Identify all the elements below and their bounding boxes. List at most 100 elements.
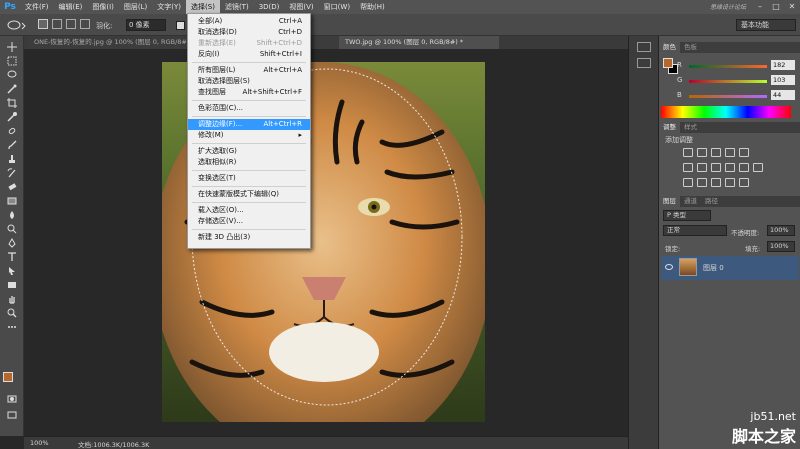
menu-item-new-3d-extrusion[interactable]: 新建 3D 凸出(3): [188, 232, 310, 243]
menu-window[interactable]: 窗口(W): [319, 0, 355, 14]
red-value[interactable]: 182: [771, 60, 795, 70]
exposure-icon[interactable]: [725, 148, 735, 157]
add-selection-icon[interactable]: [52, 19, 62, 29]
menu-help[interactable]: 帮助(H): [355, 0, 390, 14]
eraser-icon[interactable]: [0, 180, 24, 194]
menu-item-load-selection[interactable]: 载入选区(O)...: [188, 205, 310, 216]
tab-document-two[interactable]: TWO.jpg @ 100% (图层 0, RGB/8#) *: [339, 36, 499, 49]
intersect-selection-icon[interactable]: [80, 19, 90, 29]
invert-icon[interactable]: [683, 178, 693, 187]
menu-image[interactable]: 图像(I): [87, 0, 119, 14]
eyedropper-icon[interactable]: [0, 110, 24, 124]
menu-item-quick-mask[interactable]: 在快速蒙版模式下编辑(Q): [188, 189, 310, 200]
menu-item-deselect[interactable]: 取消选择(D) Ctrl+D: [188, 27, 310, 38]
menu-item-deselect-layers[interactable]: 取消选择图层(S): [188, 76, 310, 87]
menu-edit[interactable]: 编辑(E): [54, 0, 88, 14]
menu-item-grow[interactable]: 扩大选取(G): [188, 146, 310, 157]
menu-item-find-layers[interactable]: 查找图层 Alt+Shift+Ctrl+F: [188, 87, 310, 98]
threshold-icon[interactable]: [711, 178, 721, 187]
lasso-tool-icon[interactable]: [6, 19, 26, 31]
blue-slider[interactable]: B 44: [677, 90, 795, 101]
levels-icon[interactable]: [697, 148, 707, 157]
menu-item-refine-edge[interactable]: 调整边缘(F)... Alt+Ctrl+R: [188, 119, 310, 130]
gradient-tool-icon[interactable]: [0, 194, 24, 208]
color-balance-icon[interactable]: [697, 163, 707, 172]
menu-item-transform-selection[interactable]: 变换选区(T): [188, 173, 310, 184]
selective-color-icon[interactable]: [739, 178, 749, 187]
gradient-map-icon[interactable]: [725, 178, 735, 187]
tab-paths[interactable]: 路径: [701, 196, 722, 207]
menu-layer[interactable]: 图层(L): [119, 0, 152, 14]
green-slider[interactable]: G 103: [677, 75, 795, 86]
brush-tool-icon[interactable]: [0, 138, 24, 152]
brightness-icon[interactable]: [683, 148, 693, 157]
move-tool-icon[interactable]: [0, 40, 24, 54]
menu-3d[interactable]: 3D(D): [254, 0, 285, 14]
crop-tool-icon[interactable]: [0, 96, 24, 110]
menu-type[interactable]: 文字(Y): [152, 0, 186, 14]
antialias-checkbox[interactable]: [176, 21, 185, 30]
photo-filter-icon[interactable]: [725, 163, 735, 172]
hand-tool-icon[interactable]: [0, 292, 24, 306]
subtract-selection-icon[interactable]: [66, 19, 76, 29]
menu-item-save-selection[interactable]: 存储选区(V)...: [188, 216, 310, 227]
hue-saturation-icon[interactable]: [683, 163, 693, 172]
tab-channels[interactable]: 通道: [680, 196, 701, 207]
zoom-level[interactable]: 100%: [30, 439, 49, 447]
layer-name[interactable]: 图层 0: [703, 263, 724, 273]
feather-input[interactable]: 0 像素: [126, 19, 166, 31]
healing-brush-icon[interactable]: [0, 124, 24, 138]
menu-item-similar[interactable]: 选取相似(R): [188, 157, 310, 168]
curves-icon[interactable]: [711, 148, 721, 157]
rectangle-tool-icon[interactable]: [0, 278, 24, 292]
close-icon[interactable]: ✕: [784, 0, 800, 14]
color-spectrum[interactable]: [661, 106, 791, 118]
new-selection-icon[interactable]: [38, 19, 48, 29]
tab-styles[interactable]: 样式: [680, 122, 701, 133]
foreground-color-swatch[interactable]: [3, 372, 13, 382]
menu-filter[interactable]: 滤镜(T): [220, 0, 254, 14]
quick-mask-icon[interactable]: [0, 392, 24, 406]
blur-tool-icon[interactable]: [0, 208, 24, 222]
red-slider[interactable]: R 182: [677, 60, 795, 71]
type-tool-icon[interactable]: [0, 250, 24, 264]
posterize-icon[interactable]: [697, 178, 707, 187]
fill-input[interactable]: 100%: [767, 241, 795, 252]
zoom-tool-icon[interactable]: [0, 306, 24, 320]
menu-item-all-layers[interactable]: 所有图层(L) Alt+Ctrl+A: [188, 65, 310, 76]
screen-mode-icon[interactable]: [0, 408, 24, 422]
menu-view[interactable]: 视图(V): [284, 0, 318, 14]
path-selection-icon[interactable]: [0, 264, 24, 278]
channel-mixer-icon[interactable]: [739, 163, 749, 172]
history-brush-icon[interactable]: [0, 166, 24, 180]
black-white-icon[interactable]: [711, 163, 721, 172]
menu-file[interactable]: 文件(F): [20, 0, 54, 14]
foreground-swatch[interactable]: [663, 58, 673, 68]
extra-tools-icon[interactable]: [0, 320, 24, 334]
pen-tool-icon[interactable]: [0, 236, 24, 250]
color-lookup-icon[interactable]: [753, 163, 763, 172]
tab-swatches[interactable]: 色板: [680, 42, 701, 53]
green-value[interactable]: 103: [771, 75, 795, 85]
layer-row[interactable]: 图层 0: [661, 256, 799, 280]
menu-item-modify[interactable]: 修改(M) ▸: [188, 130, 310, 141]
vibrance-icon[interactable]: [739, 148, 749, 157]
menu-item-color-range[interactable]: 色彩范围(C)...: [188, 103, 310, 114]
blue-value[interactable]: 44: [771, 90, 795, 100]
menu-item-reselect[interactable]: 重新选择(E) Shift+Ctrl+D: [188, 38, 310, 49]
menu-item-inverse[interactable]: 反向(I) Shift+Ctrl+I: [188, 49, 310, 60]
layer-kind-filter[interactable]: P 类型: [663, 210, 711, 221]
minimize-icon[interactable]: –: [752, 0, 768, 14]
tab-adjustments[interactable]: 调整: [659, 122, 680, 133]
blend-mode-select[interactable]: 正常: [663, 225, 727, 236]
maximize-icon[interactable]: □: [768, 0, 784, 14]
opacity-input[interactable]: 100%: [767, 225, 795, 236]
quick-selection-icon[interactable]: [0, 82, 24, 96]
menu-select[interactable]: 选择(S): [186, 0, 220, 14]
dodge-tool-icon[interactable]: [0, 222, 24, 236]
clone-stamp-icon[interactable]: [0, 152, 24, 166]
properties-panel-icon[interactable]: [636, 58, 651, 68]
history-panel-icon[interactable]: [636, 42, 651, 52]
menu-item-all[interactable]: 全部(A) Ctrl+A: [188, 16, 310, 27]
workspace-select[interactable]: 基本功能: [736, 19, 796, 31]
